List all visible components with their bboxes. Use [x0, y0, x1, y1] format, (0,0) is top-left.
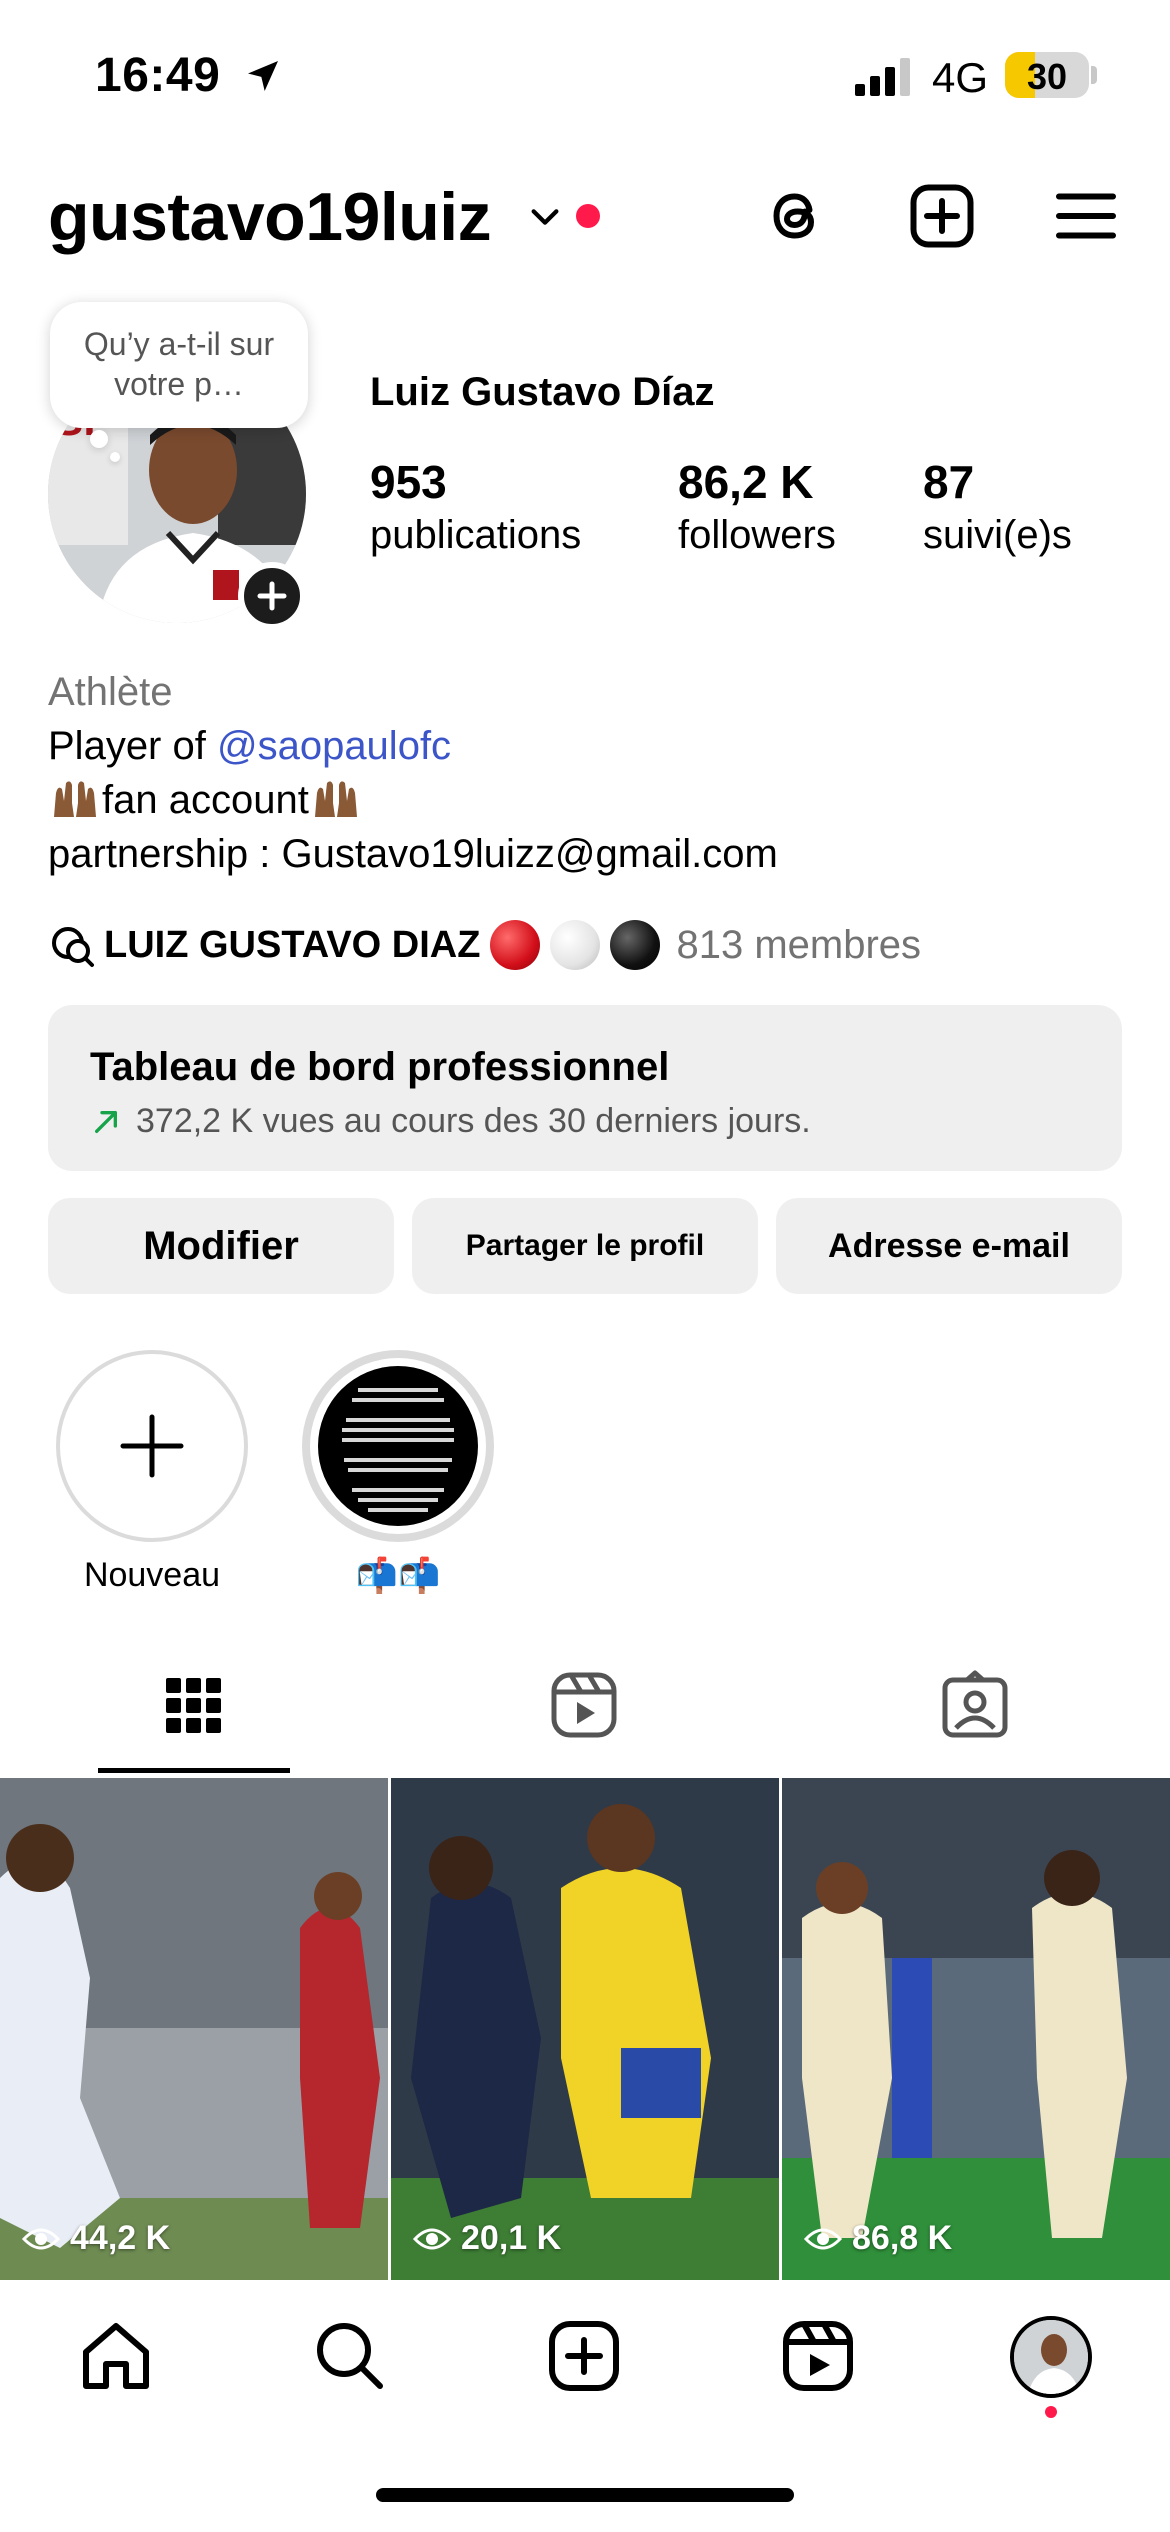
highlight-contact-circle — [302, 1350, 494, 1542]
notification-dot — [1045, 2406, 1057, 2418]
dashboard-subtitle-row: 372,2 K vues au cours des 30 derniers jo… — [90, 1102, 1080, 1141]
post-views: 44,2 K — [22, 2219, 170, 2258]
home-indicator — [376, 2488, 794, 2502]
bio-text: fan account — [102, 778, 309, 822]
post-thumbnail[interactable]: 44,2 K — [0, 1778, 388, 2280]
stat-publications[interactable]: 953 publications — [370, 455, 581, 558]
highlight-label: 📬📬 — [355, 1557, 441, 1595]
profile-category: Athlète — [48, 670, 173, 714]
bio-line-fan: fan account — [48, 773, 778, 827]
views-icon — [413, 2228, 451, 2249]
post-image — [391, 1778, 779, 2280]
highlight-new[interactable]: Nouveau — [56, 1350, 248, 1595]
post-thumbnail[interactable]: 86,8 K — [782, 1778, 1170, 2280]
tagged-tab-icon[interactable] — [940, 1670, 1010, 1740]
stat-label: suivi(e)s — [923, 513, 1072, 557]
bio-line-partnership: partnership : Gustavo19luizz@gmail.com — [48, 832, 778, 876]
grid-tab-icon[interactable] — [158, 1670, 228, 1740]
note-bubble-tail — [90, 430, 108, 448]
post-views: 86,8 K — [804, 2219, 952, 2258]
highlight-label: Nouveau — [83, 1556, 221, 1594]
broadcast-channel[interactable]: LUIZ GUSTAVO DIAZ 813 membres — [48, 915, 921, 975]
plus-icon — [120, 1414, 184, 1478]
highlight-cover — [318, 1366, 478, 1526]
bio: Athlète Player of @saopaulofc fan accoun… — [48, 665, 778, 881]
stat-label: publications — [370, 513, 582, 557]
stat-followers[interactable]: 86,2 K followers — [678, 455, 836, 558]
notification-dot — [576, 204, 600, 228]
menu-icon[interactable] — [1050, 180, 1122, 252]
red-circle-icon — [490, 920, 541, 970]
note-bubble-tail-small — [110, 452, 120, 462]
profile-tab-avatar[interactable] — [1010, 2316, 1092, 2398]
cellular-signal-icon — [855, 58, 910, 96]
highlight-new-circle — [56, 1350, 248, 1542]
views-icon — [22, 2228, 60, 2249]
location-arrow-icon — [248, 61, 278, 91]
full-name: Luiz Gustavo Díaz — [370, 370, 715, 414]
battery-icon: 30 — [1005, 52, 1089, 98]
views-icon — [804, 2228, 842, 2249]
edit-profile-button[interactable]: Modifier — [48, 1198, 394, 1294]
channel-name: LUIZ GUSTAVO DIAZ — [104, 923, 481, 966]
status-bar: 16:49 4G 30 — [0, 0, 1170, 150]
post-views-count: 20,1 K — [461, 2219, 562, 2257]
search-icon[interactable] — [312, 2318, 388, 2394]
trend-up-icon — [95, 1110, 117, 1133]
black-circle-icon — [610, 920, 661, 970]
new-post-icon[interactable] — [546, 2318, 622, 2394]
highlight-contact[interactable]: 📬📬 — [302, 1350, 494, 1596]
share-profile-button[interactable]: Partager le profil — [412, 1198, 758, 1294]
white-circle-icon — [550, 920, 601, 970]
dashboard-subtitle: 372,2 K vues au cours des 30 derniers jo… — [136, 1102, 811, 1140]
raising-hands-icon — [314, 781, 357, 817]
raising-hands-icon — [54, 781, 96, 817]
channel-members: 813 membres — [676, 922, 922, 967]
professional-dashboard[interactable]: Tableau de bord professionnel 372,2 K vu… — [48, 1005, 1122, 1171]
bio-line-player: Player of @saopaulofc — [48, 719, 778, 773]
stat-value: 953 — [370, 456, 447, 508]
note-bubble[interactable]: Qu’y a-t-il sur votre p… — [50, 302, 308, 428]
post-views-count: 86,8 K — [852, 2219, 953, 2257]
threads-icon[interactable] — [760, 180, 832, 252]
reels-tab-icon[interactable] — [549, 1670, 619, 1740]
dashboard-title: Tableau de bord professionnel — [90, 1045, 670, 1089]
post-image — [0, 1778, 388, 2280]
stat-following[interactable]: 87 suivi(e)s — [923, 455, 1072, 558]
chevron-down-icon[interactable] — [528, 200, 562, 234]
username-switcher[interactable]: gustavo19luiz — [48, 178, 492, 256]
stat-label: followers — [678, 513, 836, 557]
active-tab-indicator — [98, 1768, 290, 1773]
plus-icon — [257, 581, 287, 611]
email-button[interactable]: Adresse e-mail — [776, 1198, 1122, 1294]
avatar-photo — [1014, 2320, 1088, 2394]
post-thumbnail[interactable]: 20,1 K — [391, 1778, 779, 2280]
home-icon[interactable] — [78, 2318, 154, 2394]
battery-level: 30 — [1026, 56, 1068, 97]
stat-value: 86,2 K — [678, 456, 814, 508]
create-post-icon[interactable] — [906, 180, 978, 252]
network-type: 4G — [932, 54, 989, 101]
reels-icon[interactable] — [780, 2318, 856, 2394]
post-views: 20,1 K — [413, 2219, 561, 2258]
post-image — [782, 1778, 1170, 2280]
post-views-count: 44,2 K — [70, 2219, 171, 2257]
add-story-button[interactable] — [238, 562, 306, 630]
battery-tip — [1091, 66, 1097, 84]
mention-link[interactable]: @saopaulofc — [217, 724, 451, 768]
channel-icon — [52, 927, 94, 967]
bio-text: Player of — [48, 724, 217, 768]
status-time: 16:49 — [95, 49, 221, 102]
stat-value: 87 — [923, 456, 975, 508]
